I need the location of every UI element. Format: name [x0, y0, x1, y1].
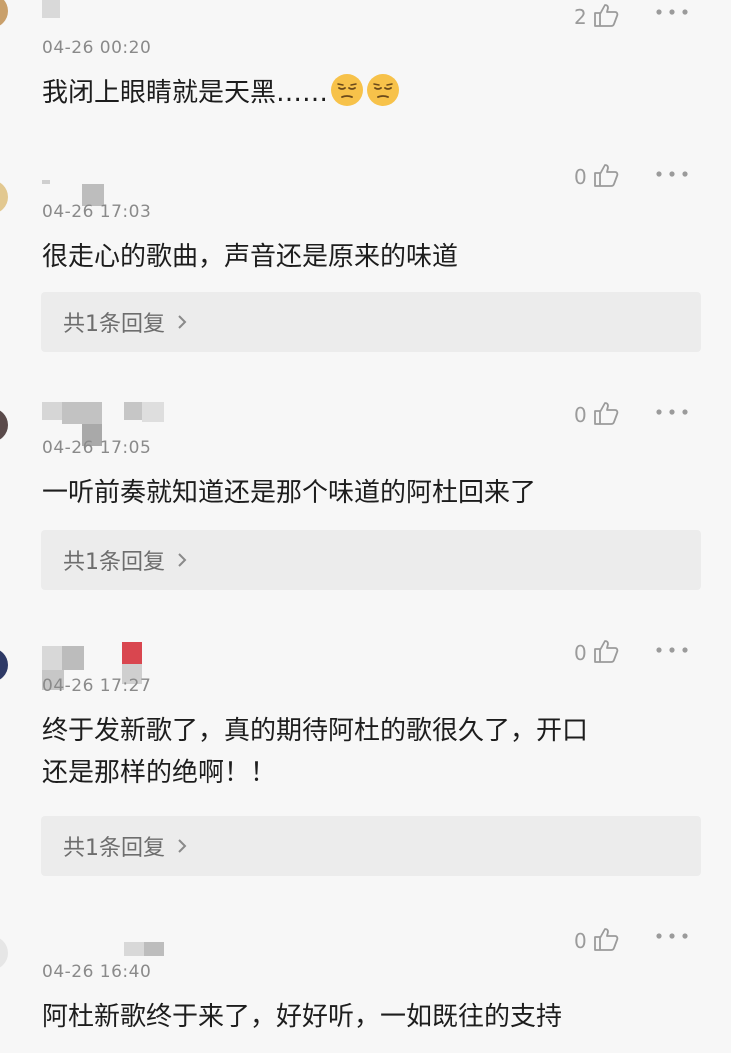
thumbs-up-icon: [593, 928, 619, 951]
more-options-icon[interactable]: [655, 170, 689, 178]
comment-text: 我闭上眼睛就是天黑……: [42, 72, 702, 114]
username-blurred[interactable]: [42, 938, 164, 960]
reply-count-label: 共1条回复: [63, 550, 165, 575]
comment-time: 04-26 17:27: [42, 676, 152, 696]
pensive-face-icon: [367, 74, 400, 106]
comment-text: 很走心的歌曲，声音还是原来的味道: [42, 242, 459, 272]
comment-time: 04-26 17:05: [42, 438, 152, 458]
more-options-icon[interactable]: [655, 932, 689, 940]
like-count: 2: [574, 5, 587, 29]
reply-expand-button[interactable]: 共1条回复: [41, 816, 701, 876]
avatar[interactable]: [0, 180, 8, 214]
like-button[interactable]: 0: [574, 926, 619, 952]
more-options-icon[interactable]: [655, 408, 689, 416]
like-count: 0: [574, 165, 587, 189]
thumbs-up-icon: [593, 164, 619, 187]
comment-text: 一听前奏就知道还是那个味道的阿杜回来了: [42, 478, 537, 508]
thumbs-up-icon: [593, 640, 619, 663]
username-blurred[interactable]: [42, 174, 112, 206]
comment-text-line: 终于发新歌了，真的期待阿杜的歌很久了，开口: [42, 716, 589, 746]
reply-expand-button[interactable]: 共1条回复: [41, 292, 701, 352]
chevron-right-icon: [178, 839, 187, 853]
like-button[interactable]: 0: [574, 638, 619, 664]
thumbs-up-icon: [593, 402, 619, 425]
reply-count-label: 共1条回复: [63, 312, 165, 337]
more-options-icon[interactable]: [655, 646, 689, 654]
like-button[interactable]: 0: [574, 400, 619, 426]
avatar[interactable]: [0, 936, 8, 970]
comment-text: 终于发新歌了，真的期待阿杜的歌很久了，开口 还是那样的绝啊！！: [42, 710, 702, 794]
username-blurred[interactable]: [42, 642, 147, 690]
comment-text-line: 还是那样的绝啊！！: [42, 758, 277, 788]
more-options-icon[interactable]: [655, 8, 689, 16]
avatar[interactable]: [0, 0, 8, 28]
like-button[interactable]: 2: [574, 2, 619, 28]
pensive-face-icon: [331, 74, 364, 106]
like-count: 0: [574, 403, 587, 427]
comment-time: 04-26 16:40: [42, 962, 152, 982]
thumbs-up-icon: [593, 4, 619, 27]
like-count: 0: [574, 929, 587, 953]
username-blurred[interactable]: [42, 402, 167, 446]
chevron-right-icon: [178, 553, 187, 567]
avatar[interactable]: [0, 648, 8, 682]
comment-time: 04-26 17:03: [42, 202, 152, 222]
comment-text-content: 我闭上眼睛就是天黑……: [42, 78, 329, 108]
username-blurred[interactable]: [42, 0, 72, 22]
avatar[interactable]: [0, 408, 8, 442]
reply-expand-button[interactable]: 共1条回复: [41, 530, 701, 590]
chevron-right-icon: [178, 315, 187, 329]
like-button[interactable]: 0: [574, 162, 619, 188]
comment-text: 阿杜新歌终于来了，好好听，一如既往的支持: [42, 1002, 563, 1032]
like-count: 0: [574, 641, 587, 665]
comment-time: 04-26 00:20: [42, 38, 152, 58]
reply-count-label: 共1条回复: [63, 836, 165, 861]
